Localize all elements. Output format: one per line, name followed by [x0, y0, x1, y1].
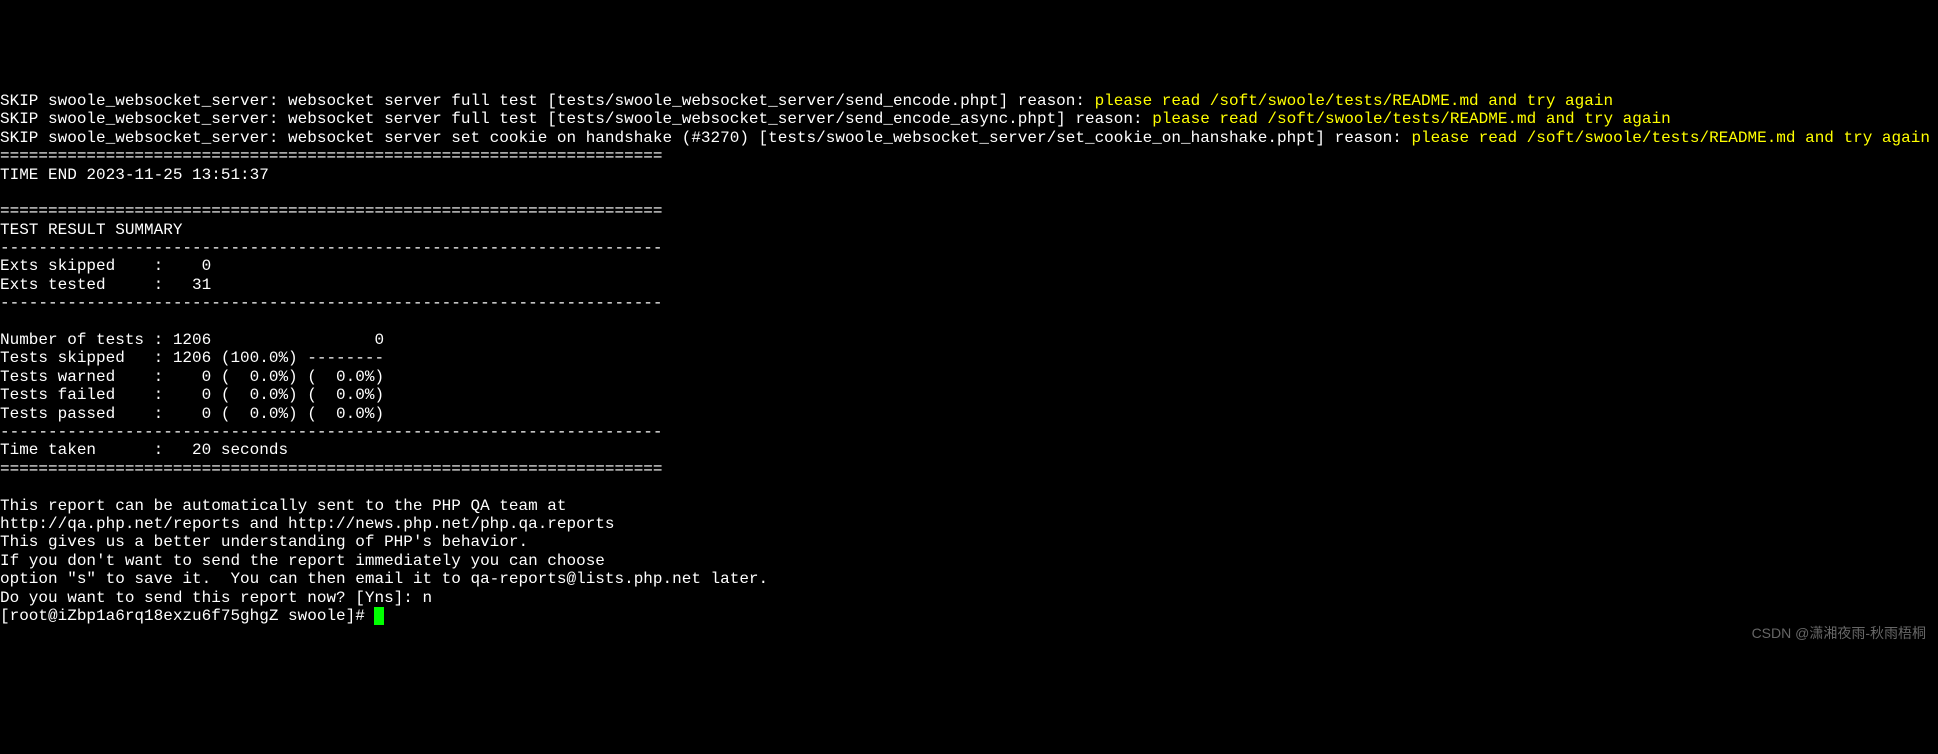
terminal-output[interactable]: SKIP swoole_websocket_server: websocket …	[0, 74, 1938, 626]
report-text: option "s" to save it. You can then emai…	[0, 570, 768, 588]
time-taken: Time taken : 20 seconds	[0, 441, 288, 459]
report-prompt: Do you want to send this report now? [Yn…	[0, 589, 432, 607]
report-text: This gives us a better understanding of …	[0, 533, 528, 551]
report-text: http://qa.php.net/reports and http://new…	[0, 515, 615, 533]
tests-warned: Tests warned : 0 ( 0.0%) ( 0.0%)	[0, 368, 384, 386]
shell-prompt: [root@iZbp1a6rq18exzu6f75ghgZ swoole]#	[0, 607, 374, 625]
divider: ----------------------------------------…	[0, 423, 663, 441]
skip-line: SKIP swoole_websocket_server: websocket …	[0, 110, 1152, 128]
number-of-tests: Number of tests : 1206 0	[0, 331, 384, 349]
tests-passed: Tests passed : 0 ( 0.0%) ( 0.0%)	[0, 405, 384, 423]
report-text: This report can be automatically sent to…	[0, 497, 567, 515]
skip-line: SKIP swoole_websocket_server: websocket …	[0, 129, 1411, 147]
divider: ========================================…	[0, 147, 663, 165]
skip-reason: please read /soft/swoole/tests/README.md…	[1152, 110, 1670, 128]
skip-reason: please read /soft/swoole/tests/README.md…	[1411, 129, 1929, 147]
exts-skipped: Exts skipped : 0	[0, 257, 211, 275]
cursor[interactable]	[374, 607, 384, 625]
report-text: If you don't want to send the report imm…	[0, 552, 605, 570]
summary-header: TEST RESULT SUMMARY	[0, 221, 182, 239]
tests-skipped: Tests skipped : 1206 (100.0%) --------	[0, 349, 384, 367]
exts-tested: Exts tested : 31	[0, 276, 211, 294]
divider: ----------------------------------------…	[0, 294, 663, 312]
divider: ========================================…	[0, 460, 663, 478]
divider: ========================================…	[0, 202, 663, 220]
skip-line: SKIP swoole_websocket_server: websocket …	[0, 92, 1095, 110]
watermark: CSDN @潇湘夜雨-秋雨梧桐	[1752, 625, 1926, 641]
tests-failed: Tests failed : 0 ( 0.0%) ( 0.0%)	[0, 386, 384, 404]
divider: ----------------------------------------…	[0, 239, 663, 257]
time-end: TIME END 2023-11-25 13:51:37	[0, 166, 269, 184]
skip-reason: please read /soft/swoole/tests/README.md…	[1095, 92, 1613, 110]
